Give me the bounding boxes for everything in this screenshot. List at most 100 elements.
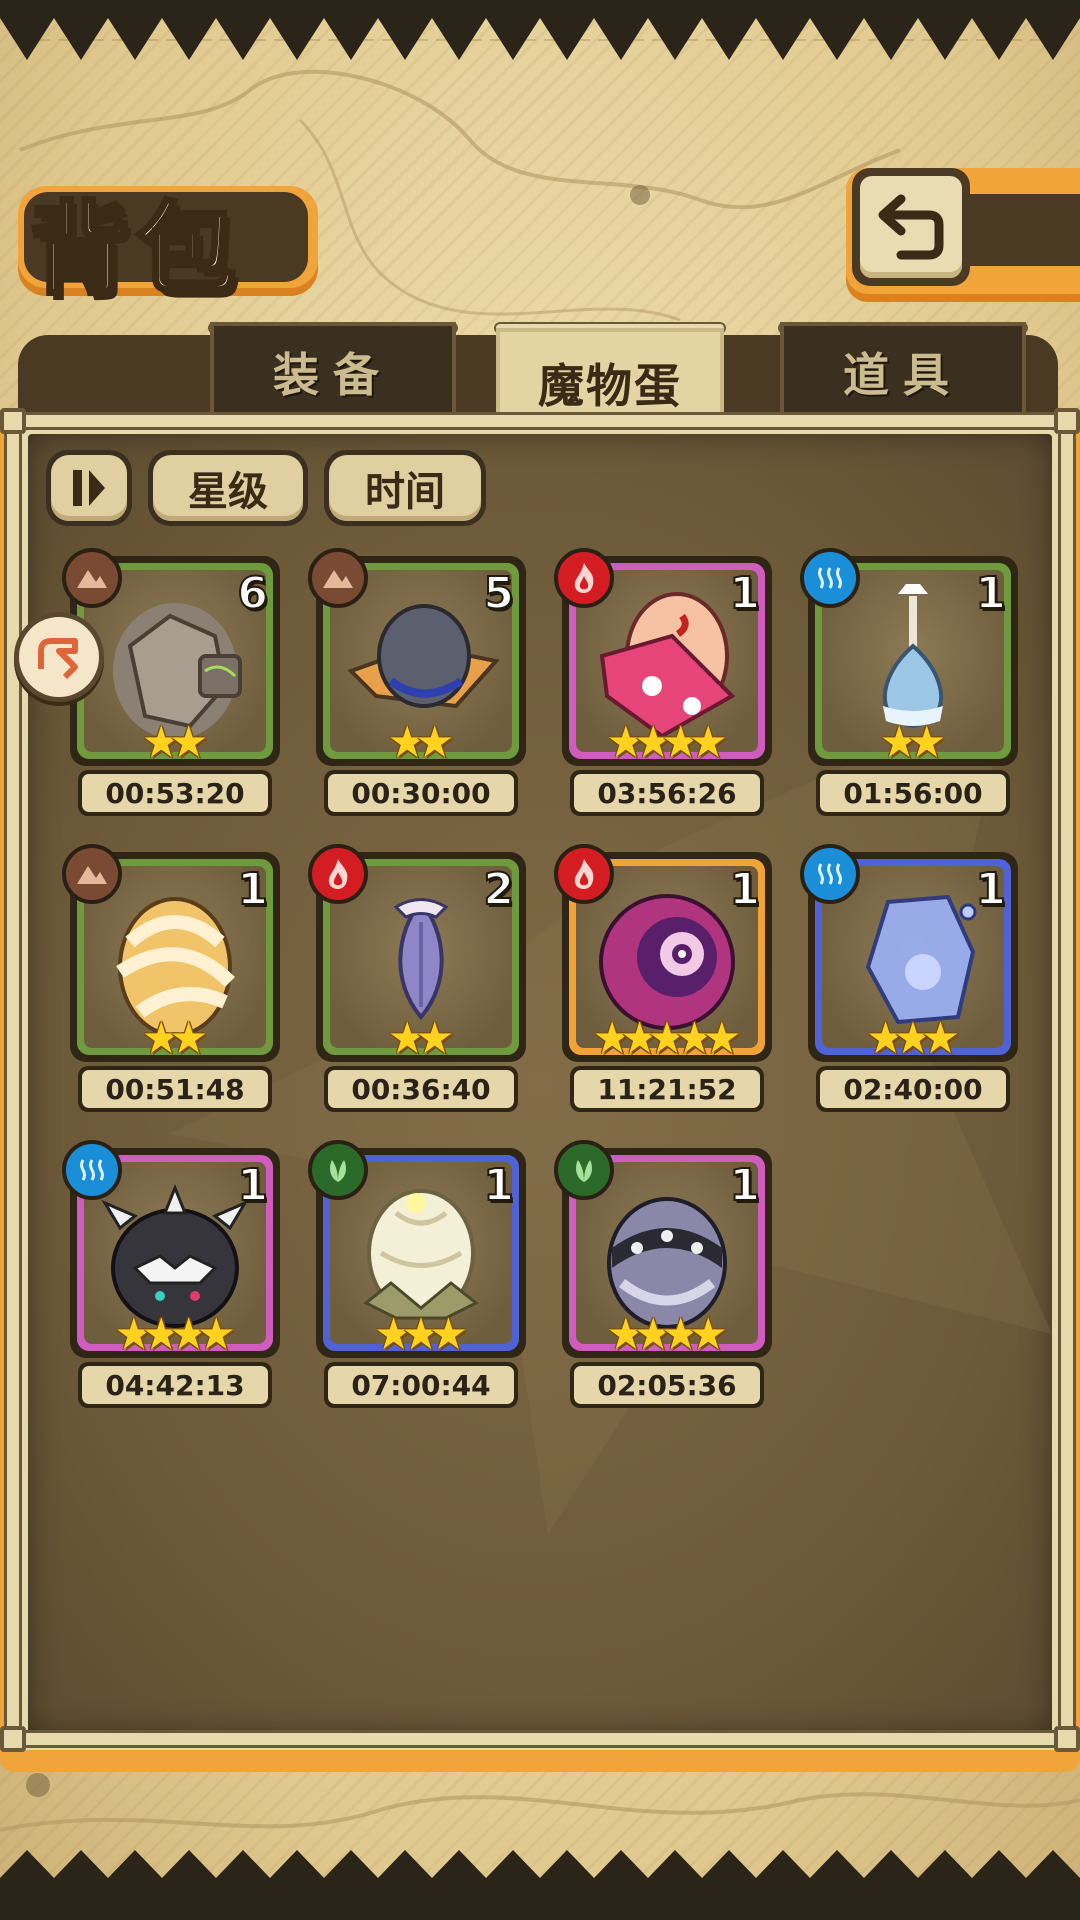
element-wood-icon (554, 1140, 614, 1200)
egg-count: 2 (482, 863, 515, 916)
star-icon: ★ (920, 1013, 961, 1064)
egg-count: 5 (482, 567, 515, 620)
hatch-timer-text: 00:36:40 (328, 1070, 514, 1108)
element-water-icon (800, 548, 860, 608)
egg-count: 1 (236, 863, 269, 916)
hatch-timer-text: 00:30:00 (328, 774, 514, 812)
egg-card[interactable]: 6 ★ ★ 00:53:20 (62, 548, 280, 816)
hatch-timer-text: 01:56:00 (820, 774, 1006, 812)
back-button[interactable] (852, 168, 970, 286)
hatch-timer: 00:51:48 (78, 1066, 272, 1112)
egg-card[interactable]: 1 ★ ★ ★ ★ 03:56:26 (554, 548, 772, 816)
egg-count: 1 (728, 1159, 761, 1212)
star-rating: ★ ★ (70, 1016, 280, 1062)
element-fire-icon (554, 548, 614, 608)
element-water-icon (800, 844, 860, 904)
egg-card[interactable]: 1 ★ ★ ★ 02:40:00 (800, 844, 1018, 1112)
hatch-timer-text: 07:00:44 (328, 1366, 514, 1404)
side-expand-button[interactable] (14, 612, 104, 702)
panel-bolt (1054, 408, 1080, 434)
element-fire-icon (308, 844, 368, 904)
sort-by-time-button[interactable]: 时间 (324, 450, 486, 526)
egg-count: 1 (728, 567, 761, 620)
egg-card[interactable]: 1 ★ ★ ★ ★ ★ 11:21:52 (554, 844, 772, 1112)
star-icon: ★ (415, 717, 455, 768)
hatch-timer: 07:00:44 (324, 1362, 518, 1408)
element-earth-icon (62, 844, 122, 904)
egg-count: 1 (974, 567, 1007, 620)
hatch-timer: 02:05:36 (570, 1362, 764, 1408)
pause-bars-icon (73, 470, 105, 506)
sort-by-star-button[interactable]: 星级 (148, 450, 308, 526)
sort-by-star-label: 星级 (188, 469, 268, 515)
egg-card[interactable]: 1 ★ ★ ★ ★ 04:42:13 (62, 1140, 280, 1408)
hatch-timer: 04:42:13 (78, 1362, 272, 1408)
tab-label: 魔物蛋 (538, 359, 682, 413)
panel-rail-top (2, 412, 1078, 430)
tab-equipment[interactable]: 装备 (210, 322, 456, 422)
star-icon: ★ (702, 1013, 742, 1064)
hatch-timer: 02:40:00 (816, 1066, 1010, 1112)
star-icon: ★ (415, 1013, 455, 1064)
hatch-timer: 00:30:00 (324, 770, 518, 816)
hatch-timer-text: 02:05:36 (574, 1366, 760, 1404)
egg-count: 1 (974, 863, 1007, 916)
star-icon: ★ (907, 717, 947, 768)
hatch-timer: 11:21:52 (570, 1066, 764, 1112)
hatch-timer: 01:56:00 (816, 770, 1010, 816)
egg-count: 1 (728, 863, 761, 916)
star-rating: ★ ★ ★ (808, 1016, 1018, 1062)
egg-count: 1 (236, 1159, 269, 1212)
star-rating: ★ ★ (808, 720, 1018, 766)
star-rating: ★ ★ ★ ★ (562, 1312, 772, 1358)
hatch-timer-text: 11:21:52 (574, 1070, 760, 1108)
sort-by-time-label: 时间 (365, 469, 445, 515)
panel-bolt (0, 408, 26, 434)
egg-count: 1 (482, 1159, 515, 1212)
element-water-icon (62, 1140, 122, 1200)
panel-rail-bottom (2, 1730, 1078, 1748)
hatch-timer-text: 04:42:13 (82, 1366, 268, 1404)
star-rating: ★ ★ ★ (316, 1312, 526, 1358)
egg-card[interactable]: 1 ★ ★ 01:56:00 (800, 548, 1018, 816)
panel-bolt (0, 1726, 26, 1752)
hatch-timer-text: 03:56:26 (574, 774, 760, 812)
panel-rail-left (4, 420, 22, 1740)
page-title: 背包 (28, 189, 242, 310)
star-icon: ★ (688, 1309, 728, 1360)
element-wood-icon (308, 1140, 368, 1200)
egg-card[interactable]: 1 ★ ★ ★ 07:00:44 (308, 1140, 526, 1408)
hatch-timer-text: 02:40:00 (820, 1070, 1006, 1108)
tab-label: 装备 (273, 348, 393, 402)
star-rating: ★ ★ (316, 1016, 526, 1062)
element-earth-icon (62, 548, 122, 608)
egg-card[interactable]: 1 ★ ★ 00:51:48 (62, 844, 280, 1112)
star-rating: ★ ★ ★ ★ (562, 720, 772, 766)
egg-card[interactable]: 1 ★ ★ ★ ★ 02:05:36 (554, 1140, 772, 1408)
hatch-timer-text: 00:53:20 (82, 774, 268, 812)
star-icon: ★ (169, 1013, 209, 1064)
hatch-timer: 00:53:20 (78, 770, 272, 816)
arrow-badge-icon (38, 638, 78, 680)
panel-rail-right (1058, 420, 1076, 1740)
back-arrow-icon (878, 194, 944, 260)
tab-items[interactable]: 道具 (780, 322, 1026, 422)
hatch-timer-text: 00:51:48 (82, 1070, 268, 1108)
egg-card[interactable]: 5 ★ ★ 00:30:00 (308, 548, 526, 816)
element-fire-icon (554, 844, 614, 904)
star-rating: ★ ★ (316, 720, 526, 766)
egg-card[interactable]: 2 ★ ★ 00:36:40 (308, 844, 526, 1112)
star-rating: ★ ★ ★ ★ (70, 1312, 280, 1358)
panel-bolt (1054, 1726, 1080, 1752)
hatch-timer: 00:36:40 (324, 1066, 518, 1112)
star-rating: ★ ★ ★ ★ ★ (562, 1016, 772, 1062)
hatch-timer: 03:56:26 (570, 770, 764, 816)
star-rating: ★ ★ (70, 720, 280, 766)
star-icon: ★ (428, 1309, 469, 1360)
element-earth-icon (308, 548, 368, 608)
star-icon: ★ (196, 1309, 236, 1360)
star-icon: ★ (688, 717, 728, 768)
egg-count: 6 (236, 567, 269, 620)
sort-order-toggle-button[interactable] (46, 450, 132, 526)
star-icon: ★ (169, 717, 209, 768)
